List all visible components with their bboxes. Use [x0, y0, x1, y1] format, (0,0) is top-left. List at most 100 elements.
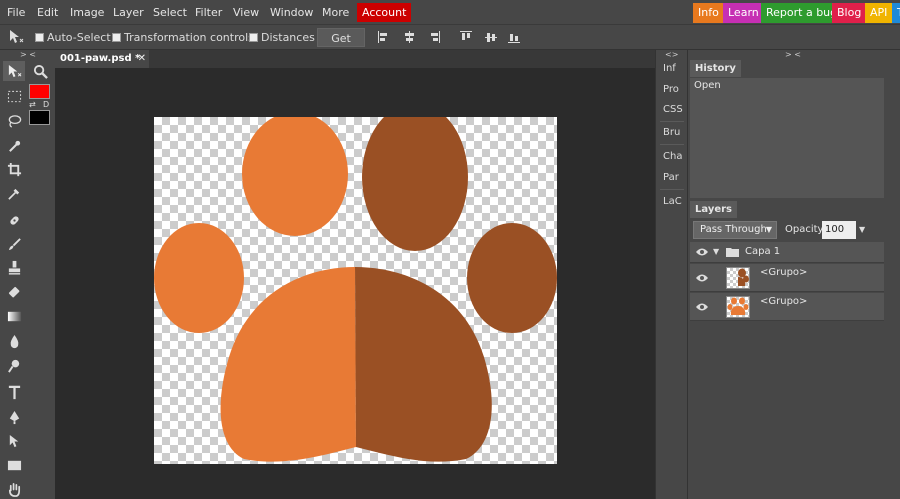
- menu-select[interactable]: Select: [153, 0, 187, 25]
- menu-image[interactable]: Image: [70, 0, 104, 25]
- blend-mode-value: Pass Through: [700, 224, 767, 235]
- document-canvas[interactable]: [154, 103, 557, 464]
- photopea-window: File Edit Image Layer Select Filter View…: [0, 0, 900, 499]
- properties-panel-button[interactable]: Pro: [656, 80, 688, 100]
- report-bug-button[interactable]: Report a bug: [761, 3, 843, 23]
- align-right-icon[interactable]: [428, 31, 440, 43]
- blur-tool-icon[interactable]: [3, 331, 25, 351]
- align-middle-icon[interactable]: [485, 31, 497, 43]
- menu-window[interactable]: Window: [270, 0, 313, 25]
- hand-tool-icon[interactable]: [3, 479, 25, 499]
- quick-select-tool-icon[interactable]: [3, 136, 25, 156]
- move-tool-icon: [8, 29, 24, 45]
- layer-row[interactable]: <Grupo>: [690, 264, 884, 292]
- zoom-tool-icon[interactable]: [29, 61, 51, 81]
- type-tool-icon[interactable]: [3, 382, 25, 402]
- distances-checkbox[interactable]: [249, 33, 258, 42]
- paw-artwork: [154, 103, 557, 462]
- document-tab[interactable]: 001-paw.psd * ✕: [55, 50, 149, 68]
- document-tab-strip: 001-paw.psd * ✕: [55, 50, 655, 68]
- menu-layer[interactable]: Layer: [113, 0, 144, 25]
- menu-account[interactable]: Account: [357, 3, 412, 22]
- marquee-tool-icon[interactable]: [3, 86, 25, 106]
- api-button[interactable]: API: [865, 3, 893, 23]
- align-top-icon[interactable]: [460, 31, 472, 43]
- character-panel-button[interactable]: Cha: [656, 147, 688, 167]
- menu-bar: File Edit Image Layer Select Filter View…: [0, 0, 900, 25]
- document-tab-title: 001-paw.psd *: [60, 53, 141, 64]
- eye-icon[interactable]: [695, 272, 709, 284]
- chevron-down-icon: ▼: [765, 225, 772, 234]
- layer-name: Capa 1: [745, 246, 781, 257]
- paragraph-panel-button[interactable]: Par: [656, 168, 688, 188]
- learn-button[interactable]: Learn: [723, 3, 764, 23]
- tools-panel: > < ⇄ D: [0, 50, 55, 499]
- healing-brush-tool-icon[interactable]: [3, 210, 25, 230]
- menu-view[interactable]: View: [233, 0, 259, 25]
- align-left-icon[interactable]: [378, 31, 390, 43]
- history-item[interactable]: Open: [694, 80, 721, 91]
- layer-name: <Grupo>: [760, 296, 808, 307]
- menu-edit[interactable]: Edit: [37, 0, 58, 25]
- transform-controls-checkbox[interactable]: [112, 33, 121, 42]
- css-panel-button[interactable]: CSS: [656, 100, 688, 120]
- t-button[interactable]: T: [892, 3, 900, 23]
- crop-tool-icon[interactable]: [3, 159, 25, 179]
- default-colors-icon[interactable]: D: [43, 100, 49, 109]
- brush-panel-button[interactable]: Bru: [656, 123, 688, 143]
- menu-more[interactable]: More: [322, 0, 349, 25]
- brush-tool-icon[interactable]: [3, 234, 25, 254]
- history-tab[interactable]: History: [690, 60, 741, 77]
- align-center-icon[interactable]: [403, 31, 415, 43]
- layers-tab[interactable]: Layers: [690, 201, 737, 218]
- align-bottom-icon[interactable]: [508, 31, 520, 43]
- blend-mode-select[interactable]: Pass Through ▼: [693, 221, 777, 239]
- layer-row[interactable]: <Grupo>: [690, 293, 884, 321]
- panel-divider: [660, 121, 684, 122]
- path-select-tool-icon[interactable]: [3, 431, 25, 451]
- menu-file[interactable]: File: [7, 0, 25, 25]
- move-tool-icon[interactable]: [3, 61, 25, 81]
- panel-column-collapse[interactable]: <>: [665, 50, 678, 59]
- eraser-tool-icon[interactable]: [3, 282, 25, 302]
- layer-name: <Grupo>: [760, 267, 808, 278]
- panel-divider: [660, 189, 684, 190]
- eyedropper-tool-icon[interactable]: [3, 183, 25, 203]
- swap-colors-icon[interactable]: ⇄: [29, 100, 36, 109]
- opacity-input[interactable]: 100 %: [822, 221, 856, 253]
- info-button[interactable]: Info: [693, 3, 724, 23]
- toolbar-collapse[interactable]: > <: [20, 50, 36, 59]
- right-panels: > < History Open Layers Pass Through ▼ O…: [687, 50, 900, 499]
- background-color-swatch[interactable]: [29, 110, 50, 125]
- auto-select-checkbox[interactable]: [35, 33, 44, 42]
- paw-toe-light-side: [154, 223, 244, 333]
- auto-select-label: Auto-Select: [47, 31, 111, 44]
- paw-toe-dark-top: [362, 103, 468, 251]
- foreground-color-swatch[interactable]: [29, 84, 50, 99]
- workspace: [55, 68, 655, 499]
- panel-divider: [660, 144, 684, 145]
- layer-thumbnail: [726, 267, 750, 289]
- eye-icon[interactable]: [695, 301, 709, 313]
- dodge-tool-icon[interactable]: [3, 355, 25, 375]
- get-png-button[interactable]: Get PNG: [317, 28, 365, 64]
- stamp-tool-icon[interactable]: [3, 257, 25, 277]
- gradient-tool-icon[interactable]: [3, 306, 25, 326]
- layer-comps-panel-button[interactable]: LaC: [656, 192, 688, 212]
- history-collapse[interactable]: > <: [785, 50, 801, 59]
- layer-row-folder[interactable]: ▼ Capa 1: [690, 242, 884, 263]
- folder-expand-icon[interactable]: ▼: [713, 247, 719, 256]
- layer-thumbnail: [726, 296, 750, 318]
- collapsed-panels-column: <> Inf Pro CSS Bru Cha Par LaC: [655, 50, 687, 499]
- rectangle-tool-icon[interactable]: [3, 455, 25, 475]
- opacity-dropdown-icon[interactable]: ▼: [859, 221, 865, 239]
- blog-button[interactable]: Blog: [832, 3, 867, 23]
- eye-icon[interactable]: [695, 246, 709, 258]
- info-panel-button[interactable]: Inf: [656, 59, 688, 79]
- close-tab-icon[interactable]: ✕: [138, 50, 146, 68]
- menu-filter[interactable]: Filter: [195, 0, 222, 25]
- lasso-tool-icon[interactable]: [3, 111, 25, 131]
- history-list: Open: [690, 78, 884, 198]
- pen-tool-icon[interactable]: [3, 407, 25, 427]
- folder-icon: [726, 248, 739, 257]
